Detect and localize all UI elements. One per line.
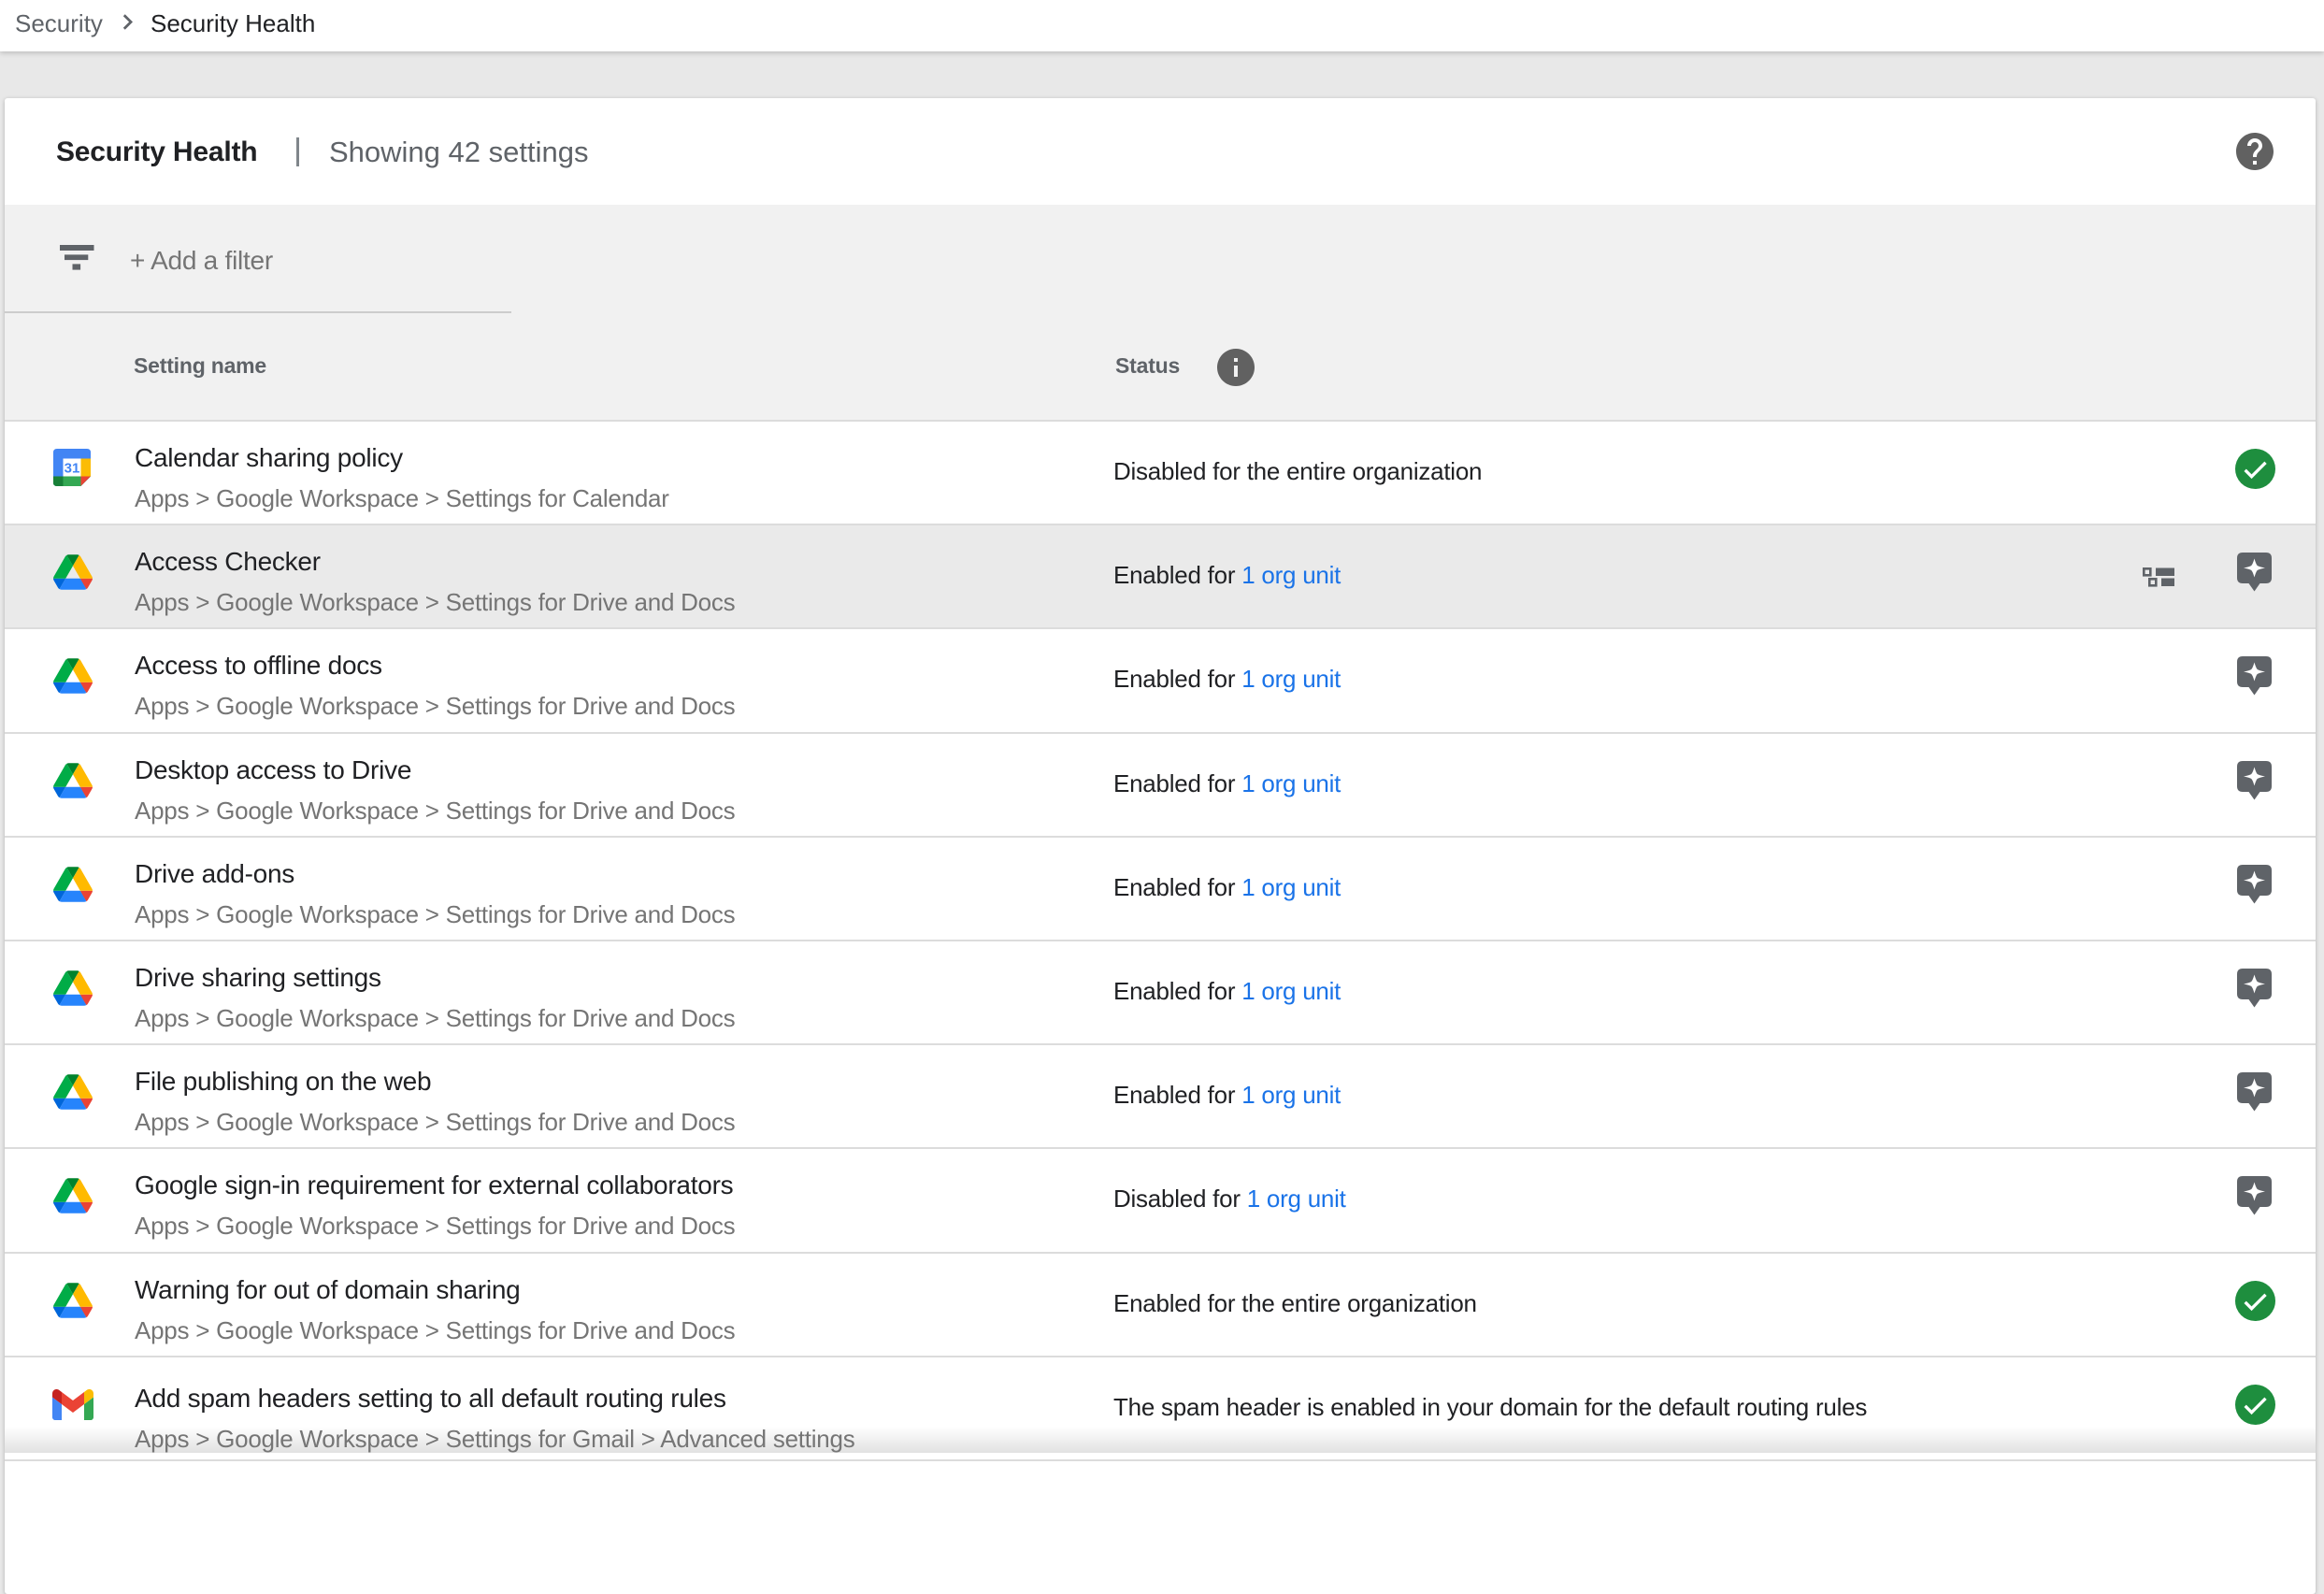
svg-text:31: 31 <box>65 461 80 477</box>
